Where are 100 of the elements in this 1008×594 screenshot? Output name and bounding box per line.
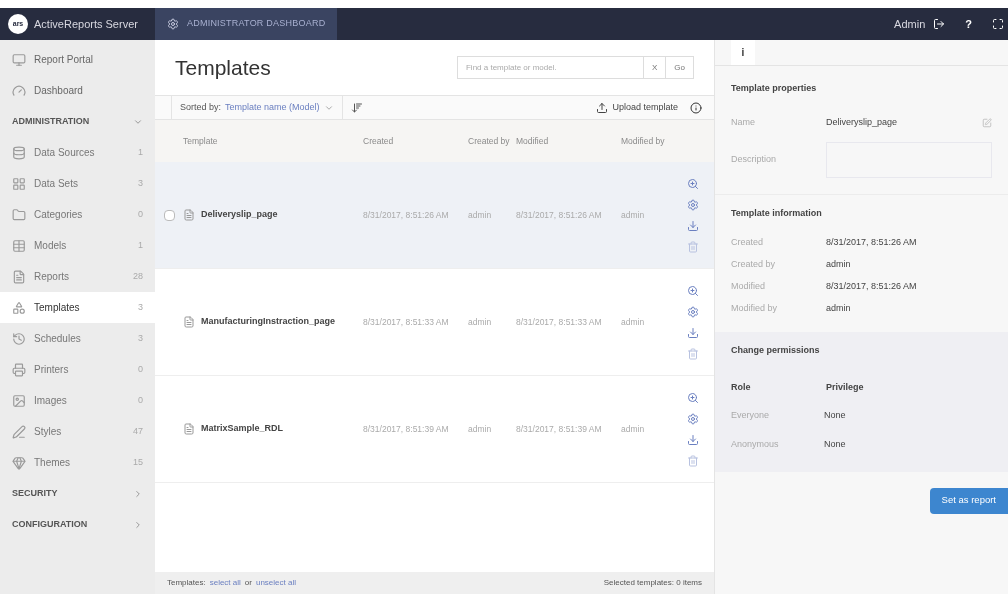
column-header: Privilege: [826, 380, 864, 394]
download-icon[interactable]: [686, 326, 699, 339]
sidebar-item[interactable]: Models 1: [0, 230, 155, 261]
upload-icon: [596, 101, 609, 114]
info-value: 8/31/2017, 8:51:26 AM: [826, 236, 917, 250]
column-header[interactable]: Created: [363, 134, 468, 148]
info-value: admin: [826, 258, 851, 272]
checkbox[interactable]: [163, 209, 175, 221]
menu-icon: [12, 331, 26, 346]
menu-icon: [12, 83, 26, 98]
section-title: Change permissions: [731, 344, 821, 357]
delete-icon[interactable]: [686, 454, 699, 467]
role-label: Anonymous: [731, 438, 780, 452]
go-button[interactable]: Go: [665, 57, 693, 78]
table-cell-text: admin: [621, 315, 646, 329]
settings-icon[interactable]: [686, 412, 699, 425]
info-value: admin: [826, 302, 851, 316]
column-header[interactable]: Template: [183, 134, 363, 148]
sidebar-item[interactable]: Dashboard: [0, 75, 155, 106]
upload-button[interactable]: Upload template: [596, 100, 678, 115]
table-cell-text: admin: [621, 422, 646, 436]
table-row[interactable]: Deliveryslip_page 8/31/2017, 8:51:26 AM admin 8/31/2017, 8:51:26 AM admin: [155, 162, 714, 269]
footer-label: or: [244, 577, 252, 589]
clear-button[interactable]: X: [643, 57, 666, 78]
sidebar-item[interactable]: Templates 3: [0, 292, 155, 323]
sort-dropdown[interactable]: Sorted by: Template name (Model): [171, 96, 343, 119]
info-label: Created: [731, 236, 765, 250]
set-as-report-button[interactable]: Set as report: [929, 487, 1008, 514]
fullscreen-icon[interactable]: [992, 18, 1004, 30]
table-cell-text: admin: [468, 315, 493, 329]
name-field[interactable]: Deliveryslip_page: [826, 111, 992, 134]
sidebar-item[interactable]: Data Sources 1: [0, 137, 155, 168]
edit-icon: [982, 117, 992, 128]
info-label: Created by: [731, 258, 777, 272]
role-label: Everyone: [731, 409, 771, 423]
section-header[interactable]: ADMINISTRATION: [0, 106, 155, 137]
table-cell-text: admin: [468, 422, 493, 436]
field-label: Name: [731, 115, 756, 129]
sidebar-item[interactable]: Report Portal: [0, 44, 155, 75]
app-title: ActiveReports Server: [34, 16, 138, 32]
template-icon: [183, 423, 195, 435]
menu-icon: [12, 52, 26, 67]
sidebar-item[interactable]: Themes 15: [0, 447, 155, 478]
logout-icon: [933, 18, 946, 30]
menu-icon: [12, 393, 26, 408]
select-all-link[interactable]: select all: [209, 577, 241, 589]
table-cell-text: 8/31/2017, 8:51:33 AM: [516, 315, 603, 329]
template-name: MatrixSample_RDL: [201, 422, 284, 436]
settings-icon[interactable]: [686, 305, 699, 318]
column-header[interactable]: Modified: [516, 134, 621, 148]
preview-icon[interactable]: [686, 391, 699, 404]
section-title: Template information: [731, 206, 823, 220]
section-header[interactable]: SECURITY: [0, 478, 155, 509]
section-header[interactable]: CONFIGURATION: [0, 509, 155, 540]
table-cell-text: 8/31/2017, 8:51:39 AM: [363, 422, 450, 436]
menu-icon: [12, 176, 26, 191]
settings-icon[interactable]: [686, 198, 699, 211]
template-icon: [183, 316, 195, 328]
info-value: 8/31/2017, 8:51:26 AM: [826, 280, 917, 294]
user-menu[interactable]: Admin: [894, 15, 946, 33]
unselect-all-link[interactable]: unselect all: [255, 577, 296, 589]
template-name: Deliveryslip_page: [201, 208, 278, 222]
download-icon[interactable]: [686, 433, 699, 446]
help-button[interactable]: ?: [965, 15, 972, 33]
privilege-value[interactable]: None: [824, 409, 846, 423]
field-label: Description: [731, 152, 778, 166]
info-label: Modified: [731, 280, 767, 294]
template-icon: [183, 209, 195, 221]
info-tab[interactable]: i: [731, 40, 755, 65]
info-label: Modified by: [731, 302, 779, 316]
privilege-value[interactable]: None: [824, 438, 846, 452]
search-field[interactable]: Find a template or model. X Go: [457, 56, 694, 79]
download-icon[interactable]: [686, 219, 699, 232]
menu-icon: [12, 269, 26, 284]
selection-count: Selected templates: 0 items: [603, 577, 702, 589]
preview-icon[interactable]: [686, 284, 699, 297]
menu-icon: [12, 238, 26, 253]
sort-order-icon[interactable]: [350, 101, 363, 114]
table-cell-text: 8/31/2017, 8:51:26 AM: [516, 208, 603, 222]
column-header[interactable]: Modified by: [621, 134, 671, 148]
footer-label: Templates:: [167, 577, 206, 589]
page-title: Templates: [175, 54, 271, 81]
menu-icon: [12, 362, 26, 377]
info-icon[interactable]: [690, 101, 702, 114]
table-cell-text: 8/31/2017, 8:51:39 AM: [516, 422, 603, 436]
delete-icon[interactable]: [686, 347, 699, 360]
menu-icon: [12, 455, 26, 470]
gear-icon: [167, 18, 179, 30]
preview-icon[interactable]: [686, 177, 699, 190]
column-header[interactable]: Created by: [468, 134, 516, 148]
table-cell-text: 8/31/2017, 8:51:26 AM: [363, 208, 450, 222]
table-cell-text: admin: [468, 208, 493, 222]
dashboard-tab[interactable]: ADMINISTRATOR DASHBOARD: [155, 8, 338, 40]
table-cell-text: admin: [621, 208, 646, 222]
column-header: Role: [731, 380, 752, 394]
menu-icon: [12, 207, 26, 222]
menu-icon: [12, 300, 26, 315]
sidebar-item[interactable]: Reports 28: [0, 261, 155, 292]
table-cell-text: 8/31/2017, 8:51:33 AM: [363, 315, 450, 329]
sidebar-item[interactable]: Styles 47: [0, 416, 155, 447]
